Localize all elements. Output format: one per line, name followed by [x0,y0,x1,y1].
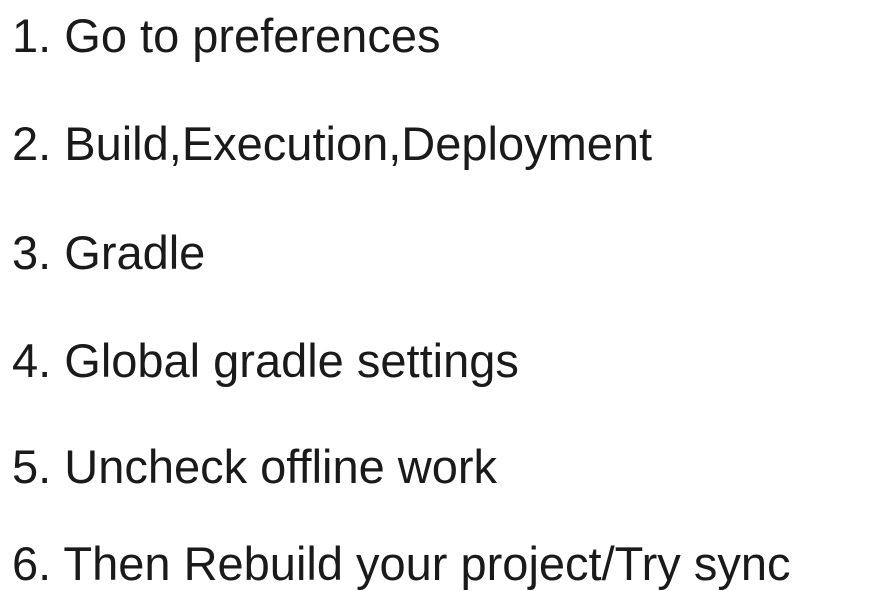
step-2-text: 2. Build,Execution,Deployment [12,117,653,170]
step-5-text: 5. Uncheck offline work [12,440,498,493]
step-1-text: 1. Go to preferences [12,9,441,62]
step-6-text: 6. Then Rebuild your project/Try sync [12,537,791,590]
step-3-text: 3. Gradle [12,226,206,279]
instructions-document: 1. Go to preferences 2. Build,Execution,… [0,0,890,591]
step-4-text: 4. Global gradle settings [12,334,519,387]
